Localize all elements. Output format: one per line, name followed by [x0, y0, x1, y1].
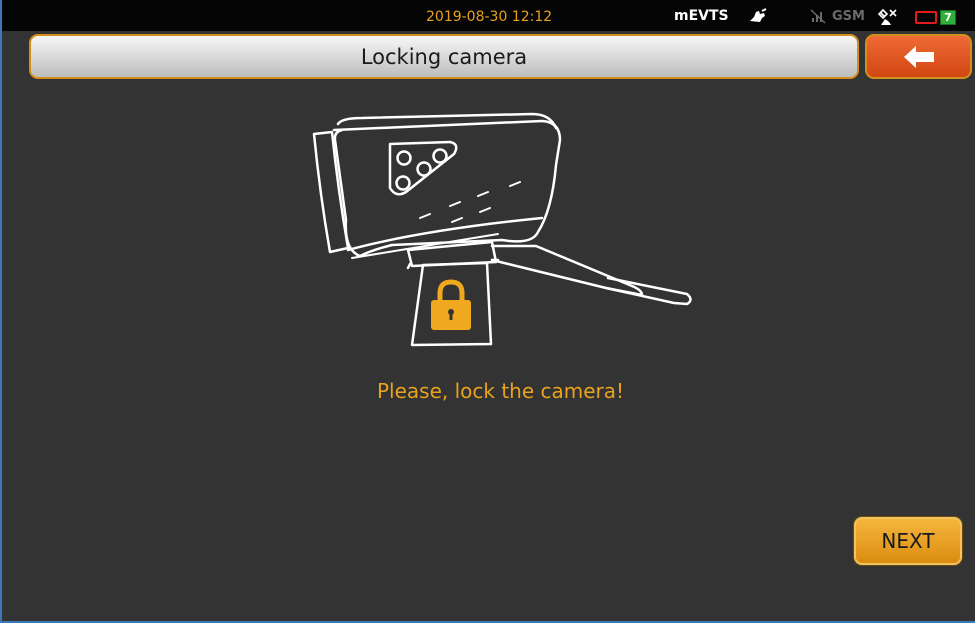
locked-camera-illustration	[302, 100, 702, 355]
next-button[interactable]: NEXT	[854, 517, 962, 565]
status-datetime: 2019-08-30 12:12	[426, 9, 553, 25]
status-app-name: mEVTS	[674, 8, 729, 24]
instruction-text: Please, lock the camera!	[376, 379, 625, 403]
battery-level: 7	[940, 10, 956, 25]
camera-housing	[312, 112, 562, 259]
no-signal-icon	[810, 8, 830, 28]
status-bar: 2019-08-30 12:12 mEVTS GSM 7	[2, 0, 975, 31]
page-title: Locking camera	[360, 44, 528, 69]
screen: 2019-08-30 12:12 mEVTS GSM 7 Locking cam…	[0, 0, 975, 623]
status-network: GSM	[832, 9, 865, 24]
arrow-left-icon	[903, 45, 934, 68]
hand-icon	[748, 8, 768, 28]
lock-icon	[431, 279, 471, 330]
title-bar: Locking camera	[29, 34, 859, 79]
battery-icon	[915, 11, 937, 24]
satellite-off-icon	[876, 8, 898, 30]
back-button[interactable]	[865, 34, 972, 79]
